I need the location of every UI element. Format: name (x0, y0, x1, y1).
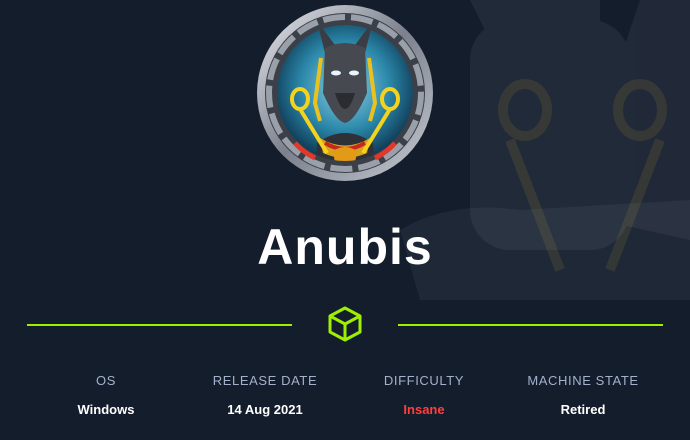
stat-machine-state: MACHINE STATE Retired (508, 372, 658, 419)
stat-os: OS Windows (31, 372, 181, 419)
cube-icon (328, 306, 362, 342)
stat-release-date: RELEASE DATE 14 Aug 2021 (190, 372, 340, 419)
stat-difficulty: DIFFICULTY Insane (349, 372, 499, 419)
stat-label-os: OS (96, 373, 116, 388)
stat-value-os: Windows (77, 402, 135, 417)
machine-name: Anubis (257, 219, 433, 275)
stat-label-release-date: RELEASE DATE (212, 373, 318, 388)
stat-label-machine-state: MACHINE STATE (527, 373, 639, 388)
stat-label-difficulty: DIFFICULTY (383, 373, 465, 388)
anubis-avatar (257, 5, 433, 181)
stat-value-difficulty: Insane (403, 402, 445, 417)
divider-line-right (398, 324, 663, 326)
stat-value-machine-state: Retired (560, 402, 606, 417)
divider-line-left (27, 324, 292, 326)
stat-value-release-date: 14 Aug 2021 (227, 402, 303, 417)
